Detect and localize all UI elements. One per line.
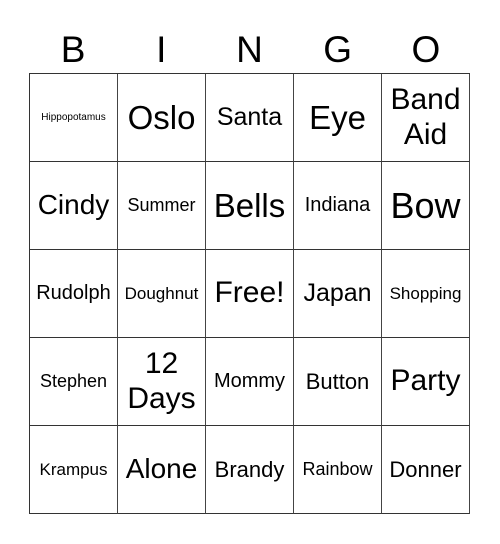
bingo-cell[interactable]: Rainbow: [294, 426, 382, 514]
bingo-cell[interactable]: Party: [382, 338, 470, 426]
bingo-cell[interactable]: Band Aid: [382, 74, 470, 162]
bingo-cell[interactable]: Bells: [206, 162, 294, 250]
bingo-cell[interactable]: 12 Days: [118, 338, 206, 426]
bingo-cell[interactable]: Mommy: [206, 338, 294, 426]
bingo-cell[interactable]: Cindy: [30, 162, 118, 250]
bingo-cell[interactable]: Button: [294, 338, 382, 426]
bingo-card-grid: Hippopotamus Oslo Santa Eye Band Aid Cin…: [29, 73, 470, 514]
header-letter-b: B: [60, 29, 86, 70]
bingo-cell[interactable]: Alone: [118, 426, 206, 514]
free-space-cell[interactable]: Free!: [206, 250, 294, 338]
bingo-cell[interactable]: Hippopotamus: [30, 74, 118, 162]
bingo-cell[interactable]: Japan: [294, 250, 382, 338]
header-letter-n: N: [236, 29, 263, 70]
bingo-cell[interactable]: Santa: [206, 74, 294, 162]
bingo-cell[interactable]: Indiana: [294, 162, 382, 250]
bingo-cell[interactable]: Bow: [382, 162, 470, 250]
header-letter-o: O: [411, 29, 441, 70]
bingo-cell[interactable]: Brandy: [206, 426, 294, 514]
bingo-cell[interactable]: Doughnut: [118, 250, 206, 338]
bingo-cell[interactable]: Rudolph: [30, 250, 118, 338]
header-letter-g: G: [323, 29, 353, 70]
header-letter-i: I: [156, 29, 167, 70]
bingo-cell[interactable]: Shopping: [382, 250, 470, 338]
bingo-cell[interactable]: Stephen: [30, 338, 118, 426]
bingo-cell[interactable]: Eye: [294, 74, 382, 162]
bingo-cell[interactable]: Donner: [382, 426, 470, 514]
bingo-cell[interactable]: Krampus: [30, 426, 118, 514]
bingo-cell[interactable]: Oslo: [118, 74, 206, 162]
bingo-cell[interactable]: Summer: [118, 162, 206, 250]
bingo-header: B I N G O: [29, 28, 470, 72]
